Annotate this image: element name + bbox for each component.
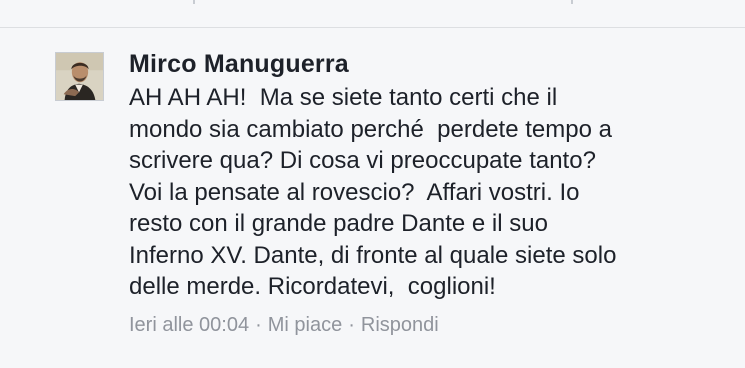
meta-separator: · [348,314,355,336]
comment-body-line: Inferno XV. Dante, di fronte al quale si… [129,241,617,269]
comment-body-line: resto con il grande padre Dante e il suo [129,210,548,237]
comment: Mirco Manuguerra AH AH AH! Ma se siete t… [0,28,745,368]
meta-separator: · [255,314,262,336]
like-link[interactable]: Mi piace [268,314,342,336]
comment-timestamp[interactable]: Ieri alle 00:04 [129,314,249,336]
top-edge-mark-left [193,0,195,4]
top-edge-mark-right [571,0,573,4]
comment-body-line: delle merde. Ricordatevi, coglioni! [129,273,496,300]
comment-meta: Ieri alle 00:04 · Mi piace · Rispondi [129,314,439,337]
avatar[interactable] [55,52,104,101]
reply-link[interactable]: Rispondi [361,314,439,336]
comment-body-line: scrivere qua? Di cosa vi preoccupate tan… [129,147,596,174]
comment-body: AH AH AH! Ma se siete tanto certi che il… [129,82,739,303]
comment-body-line: mondo sia cambiato perché perdete tempo … [129,115,612,143]
profile-photo-icon [56,53,103,100]
comment-body-line: AH AH AH! Ma se siete tanto certi che il [129,84,558,111]
comment-body-line: Voi la pensate al rovescio? Affari vostr… [129,178,580,206]
comment-author-name[interactable]: Mirco Manuguerra [129,50,349,79]
